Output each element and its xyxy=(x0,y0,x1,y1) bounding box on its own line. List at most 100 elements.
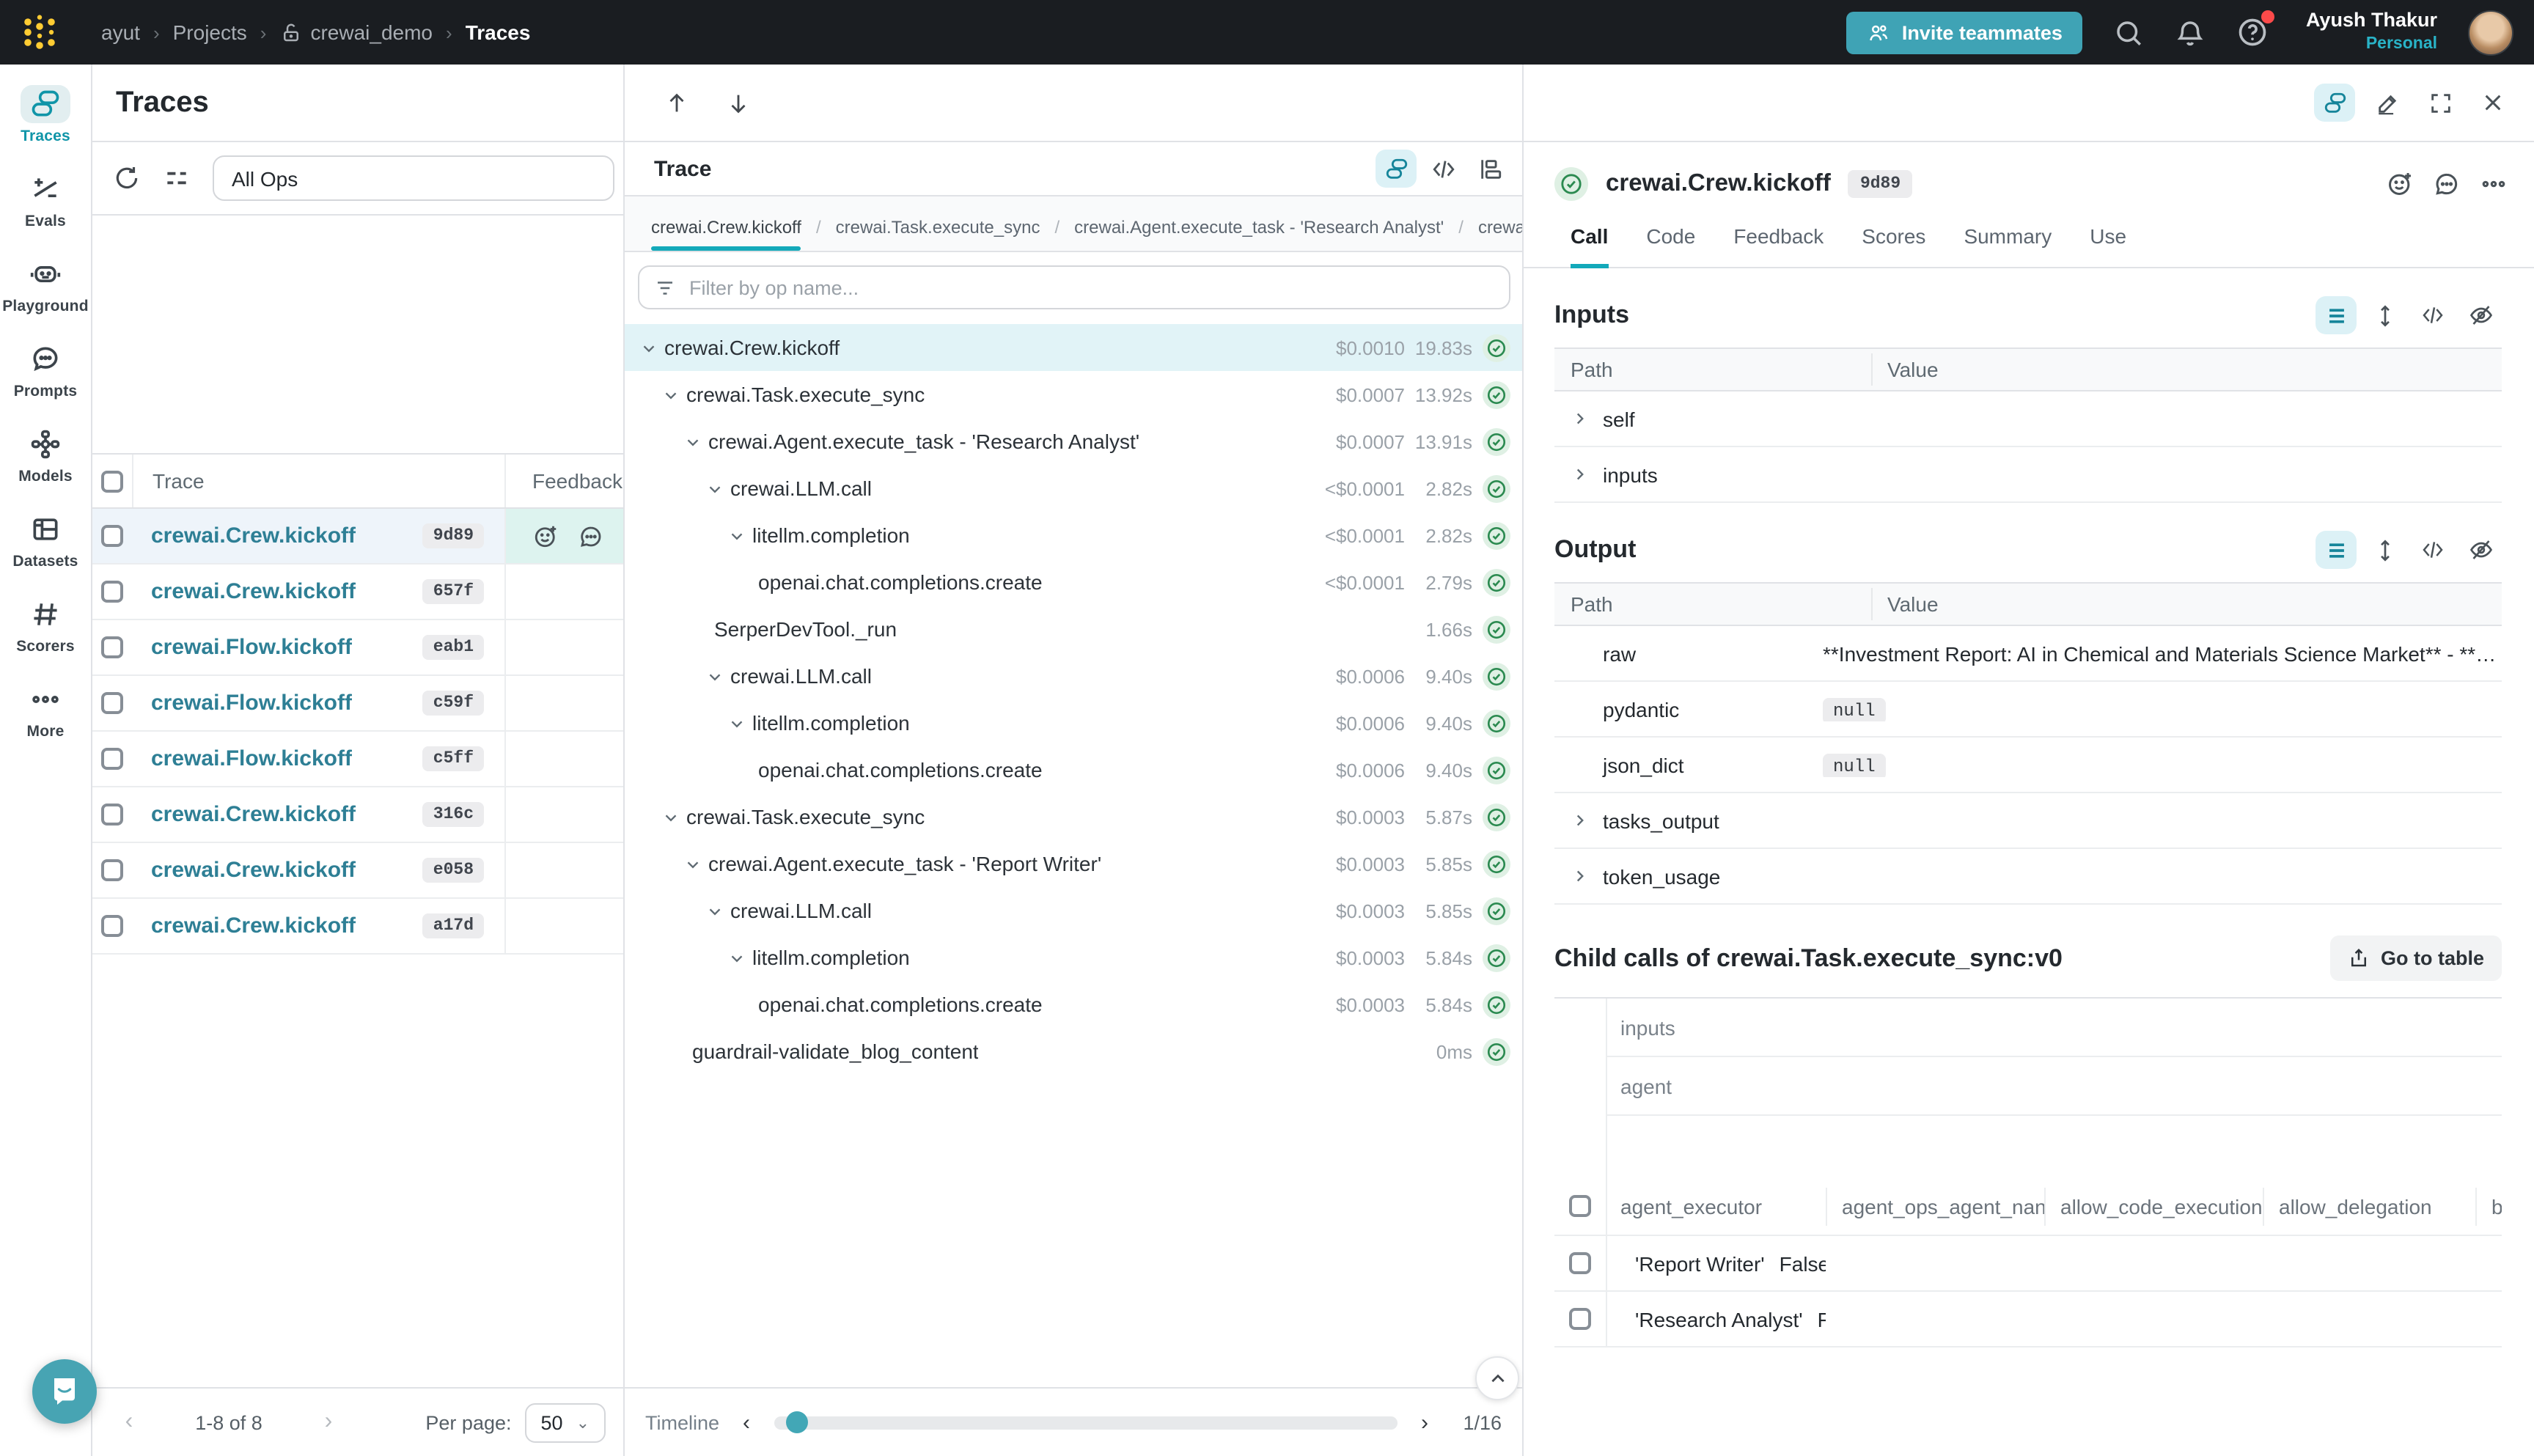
timeline-slider-thumb[interactable] xyxy=(785,1411,807,1433)
chevron-down-icon[interactable] xyxy=(702,899,726,922)
call-tree-row[interactable]: crewai.LLM.call $0.0003 5.85s xyxy=(625,887,1522,934)
chevron-right-icon[interactable] xyxy=(1568,465,1591,484)
column-header[interactable]: allow_code_execution xyxy=(2044,1187,2263,1225)
trace-link[interactable]: crewai.Crew.kickoff xyxy=(151,523,356,548)
sidebar-item-prompts[interactable]: Prompts xyxy=(0,340,91,400)
invite-teammates-button[interactable]: Invite teammates xyxy=(1846,11,2083,54)
kv-row[interactable]: token_usage xyxy=(1554,849,2502,905)
call-tree-row[interactable]: SerperDevTool._run 1.66s xyxy=(625,606,1522,652)
chevron-down-icon[interactable] xyxy=(702,477,726,500)
kv-row[interactable]: tasks_output xyxy=(1554,793,2502,849)
expanded-view-icon[interactable] xyxy=(2316,531,2357,569)
sidebar-item-traces[interactable]: Traces xyxy=(0,85,91,145)
tree-view-icon[interactable] xyxy=(1376,150,1417,188)
trace-link[interactable]: crewai.Crew.kickoff xyxy=(151,858,356,883)
column-filter-icon[interactable] xyxy=(154,156,198,200)
trace-link[interactable]: crewai.Flow.kickoff xyxy=(151,691,352,716)
call-id-badge[interactable]: 9d89 xyxy=(1848,169,1912,197)
chevron-right-icon[interactable] xyxy=(1568,409,1591,428)
call-tree-row[interactable]: crewai.Crew.kickoff $0.0010 19.83s xyxy=(625,324,1522,371)
scroll-to-top-button[interactable] xyxy=(1475,1356,1519,1400)
call-tree-row[interactable]: crewai.Agent.execute_task - 'Report Writ… xyxy=(625,840,1522,887)
comment-icon[interactable] xyxy=(2425,164,2467,202)
trace-list-row[interactable]: crewai.Flow.kickoff eab1 xyxy=(92,620,623,676)
row-checkbox[interactable] xyxy=(1569,1252,1591,1274)
chevron-right-icon[interactable] xyxy=(1568,867,1591,886)
breadcrumb-entity[interactable]: ayut xyxy=(101,21,140,44)
tab-summary[interactable]: Summary xyxy=(1964,224,2052,267)
notifications-bell-icon[interactable] xyxy=(2175,17,2206,48)
call-tree-row[interactable]: crewai.LLM.call <$0.0001 2.82s xyxy=(625,465,1522,512)
chevron-down-icon[interactable] xyxy=(724,946,748,969)
call-tree-row[interactable]: crewai.LLM.call $0.0006 9.40s xyxy=(625,652,1522,699)
row-checkbox[interactable] xyxy=(101,581,123,603)
kv-row[interactable]: pydantic null xyxy=(1554,682,2502,738)
trace-list-row[interactable]: crewai.Crew.kickoff 316c xyxy=(92,787,623,843)
kv-row[interactable]: json_dict null xyxy=(1554,738,2502,793)
trace-list-row[interactable]: crewai.Crew.kickoff a17d xyxy=(92,899,623,955)
timeline-next-icon[interactable]: › xyxy=(1415,1410,1434,1435)
trace-breadcrumb-tab[interactable]: crewai.Agent.execute_task - 'Research An… xyxy=(1074,217,1444,251)
chevron-down-icon[interactable] xyxy=(724,711,748,735)
call-tree-row[interactable]: openai.chat.completions.create <$0.0001 … xyxy=(625,559,1522,606)
trace-list-row[interactable]: crewai.Flow.kickoff c5ff xyxy=(92,732,623,787)
expand-rows-icon[interactable] xyxy=(2364,296,2405,334)
trace-list-row[interactable]: crewai.Crew.kickoff 9d89 xyxy=(92,509,623,565)
chevron-down-icon[interactable] xyxy=(658,805,682,828)
flame-graph-icon[interactable] xyxy=(1469,150,1510,188)
trace-breadcrumb-tab[interactable]: crewai.Crew.kickoff xyxy=(651,217,801,251)
trace-link[interactable]: crewai.Flow.kickoff xyxy=(151,746,352,771)
trace-list-row[interactable]: crewai.Flow.kickoff c59f xyxy=(92,676,623,732)
chevron-down-icon[interactable] xyxy=(680,430,704,453)
row-checkbox[interactable] xyxy=(101,636,123,658)
hide-icon[interactable] xyxy=(2461,296,2502,334)
timeline-prev-icon[interactable]: ‹ xyxy=(737,1410,756,1435)
trace-list-row[interactable]: crewai.Crew.kickoff 657f xyxy=(92,565,623,620)
help-icon[interactable] xyxy=(2237,16,2269,48)
sidebar-item-models[interactable]: Models xyxy=(0,425,91,485)
select-all-checkbox[interactable] xyxy=(1569,1195,1591,1217)
trace-link[interactable]: crewai.Crew.kickoff xyxy=(151,802,356,827)
hide-icon[interactable] xyxy=(2461,531,2502,569)
breadcrumb-projects[interactable]: Projects xyxy=(173,21,247,44)
trace-list-row[interactable]: crewai.Crew.kickoff e058 xyxy=(92,843,623,899)
chevron-down-icon[interactable] xyxy=(724,523,748,547)
tab-scores[interactable]: Scores xyxy=(1862,224,1925,267)
chevron-down-icon[interactable] xyxy=(658,383,682,406)
kv-row[interactable]: self xyxy=(1554,391,2502,447)
previous-trace-icon[interactable] xyxy=(654,81,698,125)
sidebar-item-datasets[interactable]: Datasets xyxy=(0,510,91,570)
call-tree-row[interactable]: litellm.completion $0.0006 9.40s xyxy=(625,699,1522,746)
call-tree-row[interactable]: guardrail-validate_blog_content 0ms xyxy=(625,1028,1522,1075)
add-reaction-icon[interactable] xyxy=(2379,164,2420,202)
kv-row[interactable]: inputs xyxy=(1554,447,2502,503)
call-tree-row[interactable]: crewai.Agent.execute_task - 'Research An… xyxy=(625,418,1522,465)
code-view-icon[interactable] xyxy=(1422,150,1464,188)
chevron-down-icon[interactable] xyxy=(702,664,726,688)
op-name-filter-input[interactable] xyxy=(638,265,1510,309)
trace-link[interactable]: crewai.Flow.kickoff xyxy=(151,635,352,660)
row-checkbox[interactable] xyxy=(101,804,123,826)
call-tree-row[interactable]: openai.chat.completions.create $0.0006 9… xyxy=(625,746,1522,793)
row-checkbox[interactable] xyxy=(101,525,123,547)
sidebar-item-playground[interactable]: Playground xyxy=(0,255,91,315)
row-checkbox[interactable] xyxy=(101,692,123,714)
trace-breadcrumb-tab[interactable]: crewai.LLM.cal xyxy=(1478,217,1522,251)
expand-rows-icon[interactable] xyxy=(2364,531,2405,569)
column-header-trace[interactable]: Trace xyxy=(132,455,504,507)
child-call-row[interactable]: 'Research Analyst'FalseFalse'E xyxy=(1554,1292,2502,1347)
chevron-down-icon[interactable] xyxy=(636,336,660,359)
call-tree-row[interactable]: litellm.completion $0.0003 5.84s xyxy=(625,934,1522,981)
user-menu[interactable]: Ayush Thakur Personal xyxy=(2306,10,2437,56)
kv-row[interactable]: raw **Investment Report: AI in Chemical … xyxy=(1554,626,2502,682)
column-header[interactable]: agent_ops_agent_nan xyxy=(1826,1187,2044,1225)
timeline-slider[interactable] xyxy=(774,1416,1398,1429)
breadcrumb-project[interactable]: crewai_demo xyxy=(279,21,433,44)
call-tree-row[interactable]: crewai.Task.execute_sync $0.0007 13.92s xyxy=(625,371,1522,418)
call-tree-row[interactable]: litellm.completion <$0.0001 2.82s xyxy=(625,512,1522,559)
wandb-logo-icon[interactable] xyxy=(21,13,60,51)
row-checkbox[interactable] xyxy=(101,748,123,770)
add-reaction-icon[interactable] xyxy=(532,523,559,549)
trace-link[interactable]: crewai.Crew.kickoff xyxy=(151,913,356,938)
tab-code[interactable]: Code xyxy=(1646,224,1695,267)
